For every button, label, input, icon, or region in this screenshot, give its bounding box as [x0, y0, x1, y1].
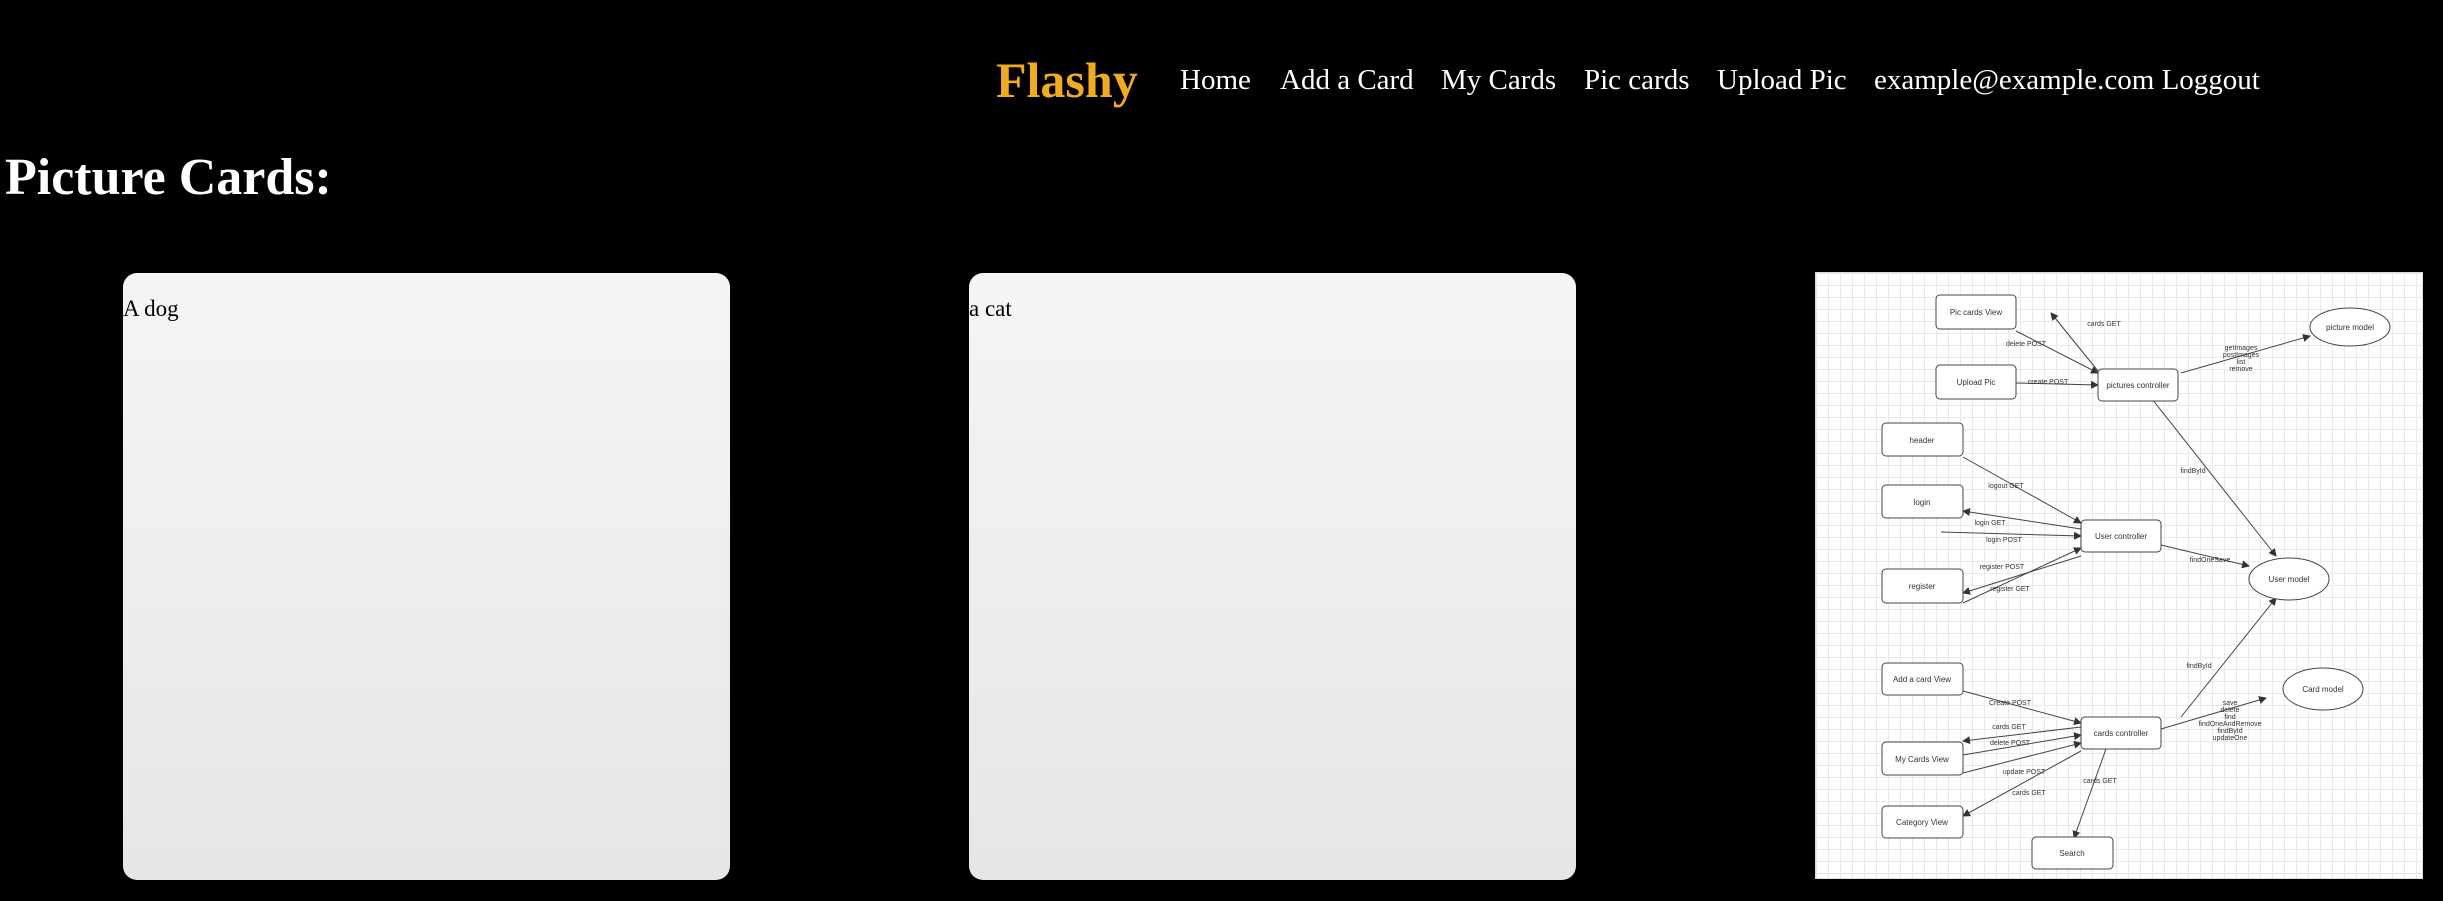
svg-text:Card model: Card model — [2302, 685, 2344, 694]
svg-text:login GET: login GET — [1974, 520, 2006, 527]
card-caption: a cat — [969, 296, 1012, 321]
svg-text:register: register — [1909, 582, 1936, 591]
svg-text:login: login — [1914, 498, 1931, 507]
svg-text:findById: findById — [2217, 728, 2242, 735]
top-navbar: Flashy Home Add a Card My Cards Pic card… — [0, 52, 2443, 108]
svg-text:User controller: User controller — [2095, 532, 2147, 541]
svg-text:update POST: update POST — [2003, 769, 2046, 776]
nav-add-card[interactable]: Add a Card — [1280, 52, 1414, 108]
page-title: Picture Cards: — [5, 149, 332, 206]
svg-text:User model: User model — [2269, 575, 2310, 584]
svg-text:login POST: login POST — [1986, 537, 2023, 544]
svg-text:logout GET: logout GET — [1988, 483, 2024, 490]
svg-text:Upload Pic: Upload Pic — [1957, 378, 1996, 387]
nav-pic-cards[interactable]: Pic cards — [1584, 52, 1690, 108]
nav-user-logout[interactable]: example@example.com Loggout — [1874, 52, 2260, 108]
card-caption: A dog — [123, 296, 179, 321]
nav-home[interactable]: Home — [1180, 52, 1251, 108]
svg-text:findById: findById — [2180, 468, 2205, 475]
svg-text:delete POST: delete POST — [2006, 341, 2047, 348]
svg-text:delete POST: delete POST — [1990, 740, 2031, 747]
architecture-diagram-image: Pic cards View Upload Pic pictures contr… — [1881, 294, 2391, 870]
svg-text:findOneSave: findOneSave — [2190, 557, 2231, 564]
brand-logo[interactable]: Flashy — [996, 52, 1138, 108]
svg-text:Category View: Category View — [1896, 818, 1948, 827]
svg-text:Create POST: Create POST — [1989, 700, 2032, 707]
picture-card-dog[interactable]: A dog — [123, 273, 730, 880]
picture-card-diagram[interactable]: Pic cards View Upload Pic pictures contr… — [1815, 272, 2423, 879]
svg-text:cards GET: cards GET — [2087, 321, 2121, 328]
nav-upload-pic[interactable]: Upload Pic — [1717, 52, 1847, 108]
svg-text:My Cards View: My Cards View — [1895, 755, 1949, 764]
svg-text:updateOne: updateOne — [2213, 735, 2248, 742]
svg-text:cards controller: cards controller — [2094, 729, 2149, 738]
svg-text:delete: delete — [2220, 707, 2239, 714]
svg-text:Pic cards View: Pic cards View — [1950, 308, 2003, 317]
nav-my-cards[interactable]: My Cards — [1441, 52, 1556, 108]
svg-text:create POST: create POST — [2028, 379, 2069, 386]
picture-card-cat[interactable]: a cat — [969, 273, 1576, 880]
svg-text:findById: findById — [2186, 663, 2211, 670]
svg-text:register POST: register POST — [1980, 564, 2025, 571]
svg-text:remove: remove — [2229, 366, 2252, 373]
svg-text:register GET: register GET — [1990, 586, 2030, 593]
svg-text:cards GET: cards GET — [1992, 724, 2026, 731]
svg-text:header: header — [1910, 436, 1935, 445]
svg-text:pictures controller: pictures controller — [2106, 381, 2169, 390]
svg-text:postImages: postImages — [2223, 352, 2260, 359]
svg-text:save: save — [2223, 700, 2238, 707]
svg-text:getImages: getImages — [2225, 345, 2258, 352]
svg-text:Search: Search — [2059, 849, 2084, 858]
svg-text:Add a card View: Add a card View — [1893, 675, 1951, 684]
svg-text:picture model: picture model — [2326, 323, 2374, 332]
svg-text:cards GET: cards GET — [2012, 790, 2046, 797]
svg-text:cards GET: cards GET — [2083, 778, 2117, 785]
svg-text:find: find — [2224, 714, 2235, 721]
svg-text:findOneAndRemove: findOneAndRemove — [2198, 721, 2261, 728]
svg-text:list: list — [2237, 359, 2246, 366]
